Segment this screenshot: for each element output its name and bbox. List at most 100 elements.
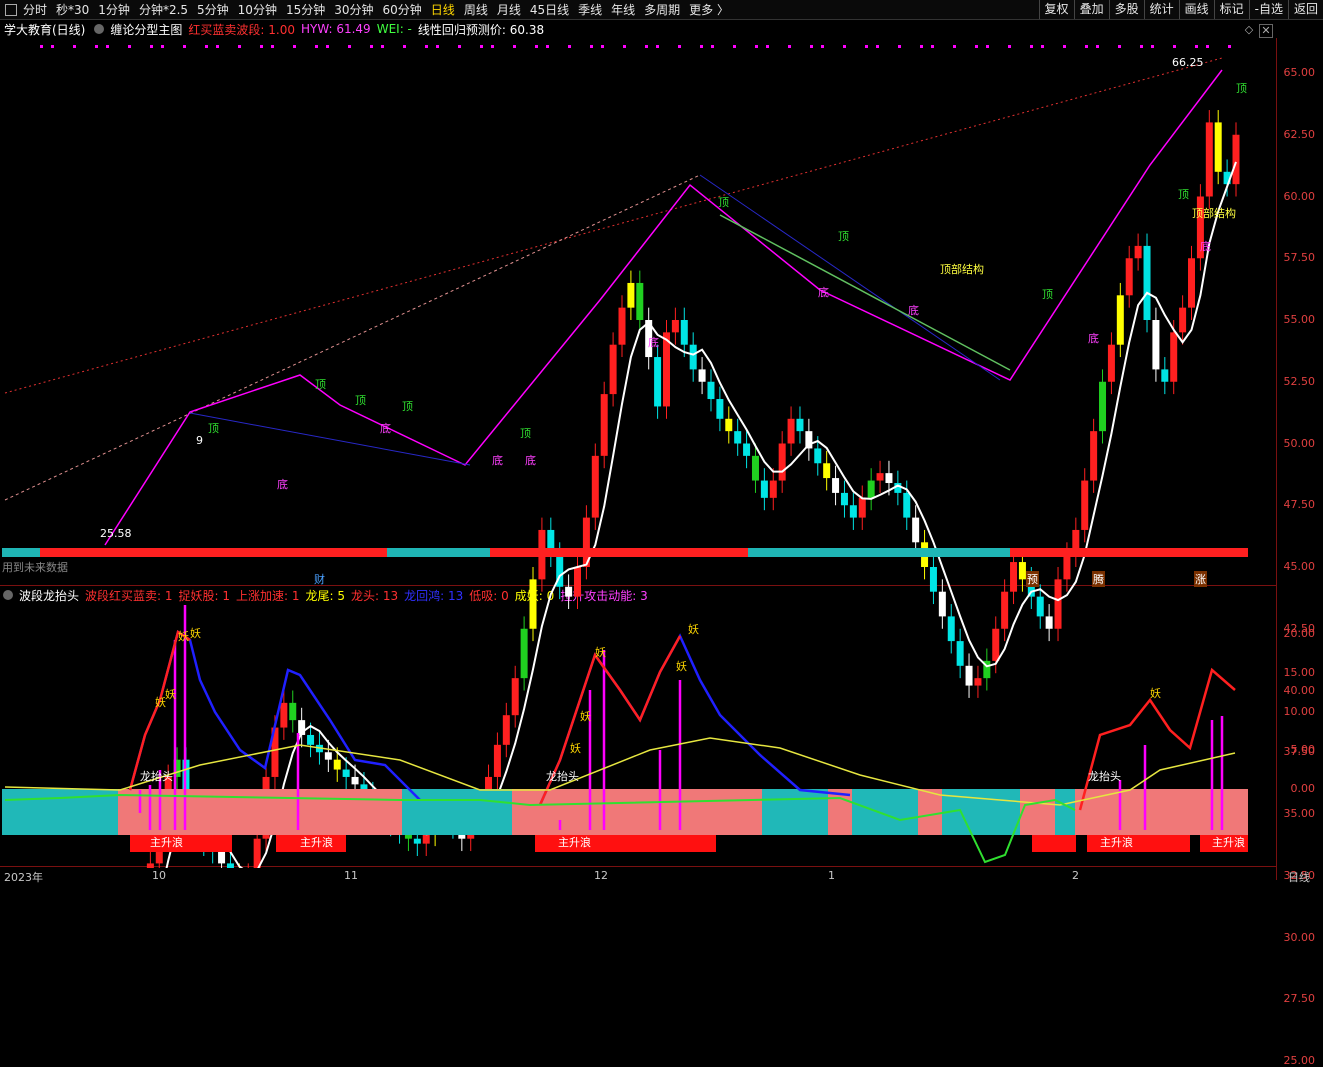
date-tick: 11 [344,869,358,882]
signal-dot [810,45,813,48]
period-tab-15[interactable]: 多周期 [644,1,680,18]
signal-dot [1151,45,1154,48]
candle-body [1134,245,1142,259]
marker-yu: 预 [1026,571,1039,587]
toolbar-button-1[interactable]: 叠加 [1073,0,1109,19]
yao-label: 妖 [178,629,189,643]
top-structure-label: 顶部结构 [940,263,984,276]
signal-dot [436,45,439,48]
candle-body [716,399,724,419]
signal-dot [348,45,351,48]
signal-dot [1041,45,1044,48]
candle-body [903,492,911,518]
signal-dot [205,45,208,48]
price-tick: 40.00 [1283,683,1316,697]
state-band [918,789,942,835]
toolbar-button-0[interactable]: 复权 [1038,0,1074,19]
axis-corner-label[interactable]: 日线 [1288,869,1310,885]
signal-dot [766,45,769,48]
signal-dot [920,45,923,48]
candle-body [333,759,341,770]
period-tab-6[interactable]: 15分钟 [286,1,325,18]
date-tick: 10 [152,869,166,882]
toolbar-button-7[interactable]: 返回 [1287,0,1323,19]
toolbar-button-3[interactable]: 统计 [1143,0,1179,19]
yao-label: 妖 [190,626,201,640]
price-tick: 50.00 [1283,436,1316,450]
top-label: 顶 [838,230,849,243]
candle-body [1099,381,1107,432]
price-tick: 60.00 [1283,189,1316,203]
period-tab-13[interactable]: 季线 [578,1,602,18]
period-tab-16[interactable]: 更多 〉 [689,1,729,18]
signal-band-segment [490,548,748,557]
candle-body [502,715,510,745]
window-menu-icon[interactable] [5,3,17,16]
signal-dot [975,45,978,48]
yao-label: 妖 [1150,686,1161,700]
price-axis: 65.00 62.50 60.00 57.50 55.00 52.50 50.00 47.50… [1276,38,1323,1067]
signal-dot [216,45,219,48]
period-tab-0[interactable]: 分时 [23,1,47,18]
toolbar-button-2[interactable]: 多股 [1108,0,1144,19]
period-tab-14[interactable]: 年线 [611,1,635,18]
signal-dot [590,45,593,48]
yao-label: 妖 [165,687,176,701]
signal-dot [1195,45,1198,48]
signal-dot [40,45,43,48]
top-label: 顶 [355,394,366,407]
signal-dot [953,45,956,48]
period-tab-9[interactable]: 日线 [431,1,455,18]
low-price-label: 25.58 [100,527,132,540]
sub-line-red [128,629,191,791]
signal-dot [546,45,549,48]
signal-dot [238,45,241,48]
signal-dot [1206,45,1209,48]
moving-average-line [165,161,1237,868]
top-label: 顶 [402,400,413,413]
sub-tick: 20.00 [1283,627,1316,640]
candle-body [493,744,501,777]
period-tab-2[interactable]: 1分钟 [98,1,130,18]
candle-body [662,332,670,407]
period-tab-10[interactable]: 周线 [464,1,488,18]
period-tab-1[interactable]: 秒*30 [56,1,89,18]
signal-dot [403,45,406,48]
candle-body [992,628,1000,661]
candle-body [1152,320,1160,370]
toolbar-button-5[interactable]: 标记 [1213,0,1249,19]
period-tab-5[interactable]: 10分钟 [238,1,277,18]
candle-body [226,863,234,868]
period-tab-3[interactable]: 分钟*2.5 [139,1,188,18]
signal-dot [106,45,109,48]
period-tab-8[interactable]: 60分钟 [383,1,422,18]
signal-dot [931,45,934,48]
dragon-label-2: 龙抬头 [546,770,579,783]
toolbar-button-6[interactable]: -自选 [1248,0,1288,19]
candlestick-chart[interactable]: 主升浪 主升浪 主升浪 主升浪 主升浪妖妖妖 妖妖妖妖妖妖妖顶顶顶 顶顶顶顶顶顶顶底底底 底底… [0,20,1277,868]
candle-body [574,567,582,597]
candle-body [832,478,840,493]
period-tab-12[interactable]: 45日线 [530,1,569,18]
candle-body [956,641,964,666]
signal-dot [535,45,538,48]
signal-dot [1140,45,1143,48]
period-tab-11[interactable]: 月线 [497,1,521,18]
candle-body [618,307,626,345]
candle-body [1054,579,1062,629]
candle-body [1161,369,1169,382]
candle-body [698,369,706,382]
toolbar-button-4[interactable]: 画线 [1178,0,1214,19]
signal-dot [755,45,758,48]
period-tab-4[interactable]: 5分钟 [197,1,229,18]
signal-dot [623,45,626,48]
top-label: 顶 [315,378,326,391]
candle-body [1063,554,1071,580]
signal-band-segment [387,548,490,557]
period-tab-7[interactable]: 30分钟 [334,1,373,18]
signal-dot [601,45,604,48]
bottom-label: 底 [380,421,391,435]
signal-dot [513,45,516,48]
signal-dot [73,45,76,48]
signal-dot [1085,45,1088,48]
